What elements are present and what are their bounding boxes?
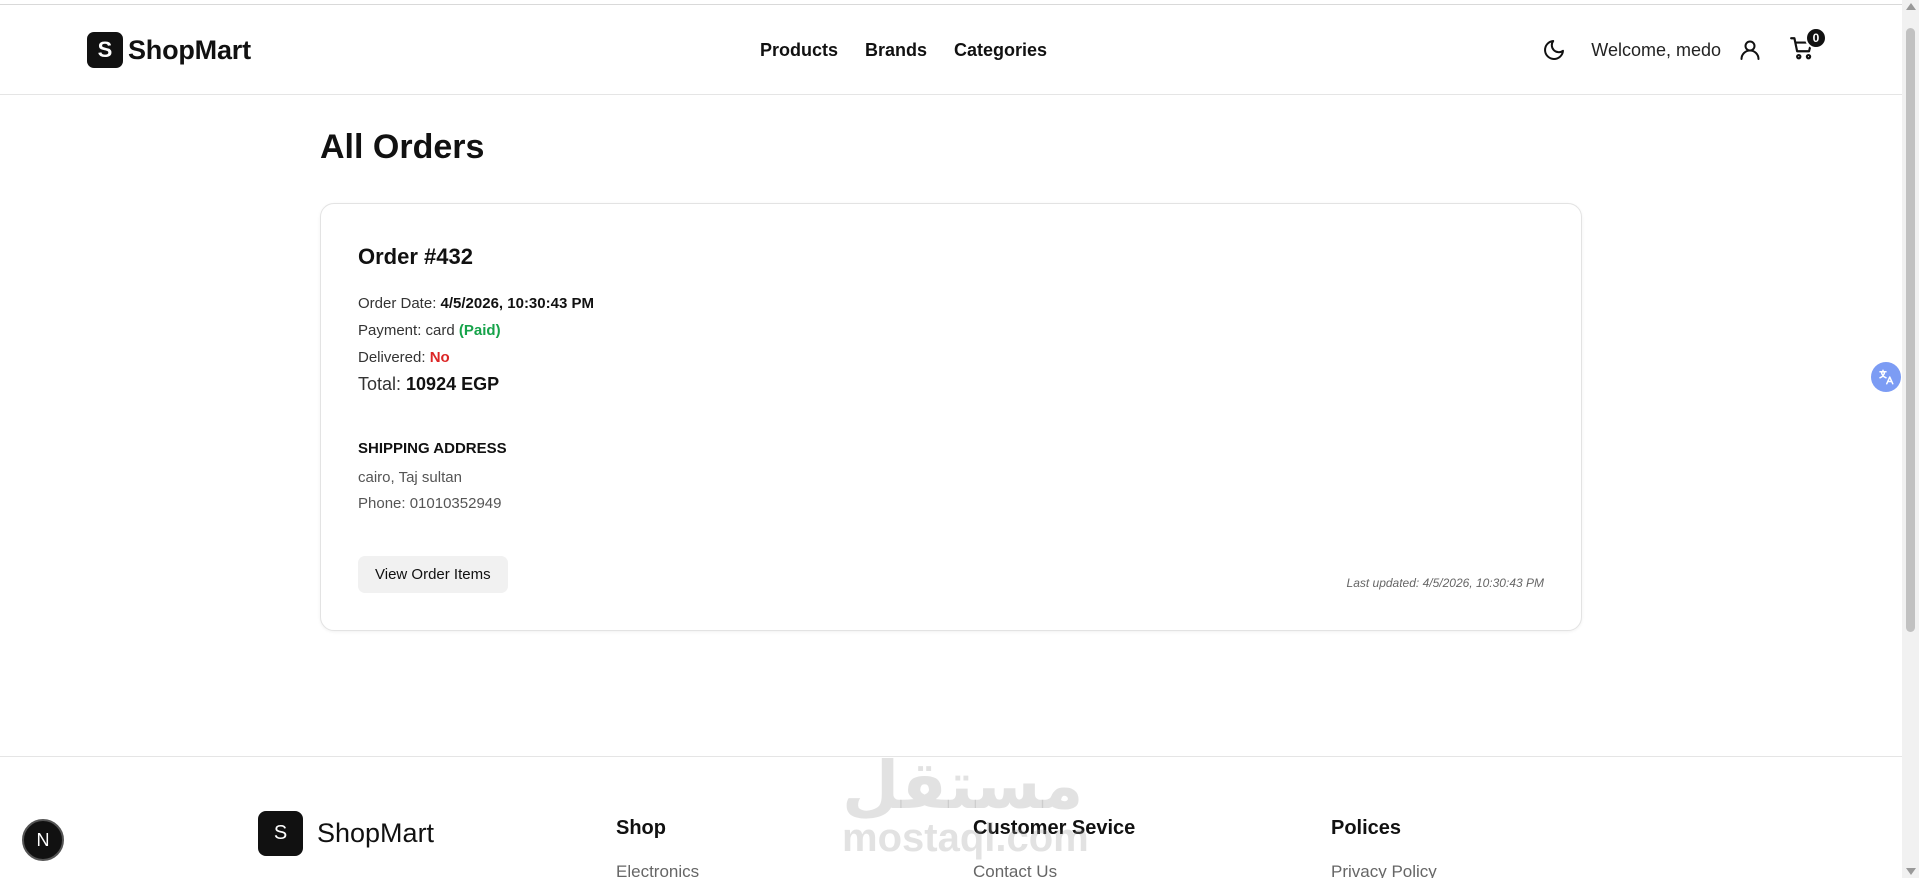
footer-col-policies: Polices Privacy Policy: [1331, 817, 1437, 878]
cart-count-badge: 0: [1805, 27, 1827, 49]
scroll-down-arrow[interactable]: [1906, 868, 1916, 875]
order-date-value: 4/5/2026, 10:30:43 PM: [440, 295, 594, 312]
order-date-label: Order Date:: [358, 295, 441, 312]
site-header: S ShopMart Products Brands Categories We…: [0, 5, 1902, 95]
nav-products[interactable]: Products: [760, 40, 838, 61]
user-icon[interactable]: [1735, 35, 1765, 65]
last-updated: Last updated: 4/5/2026, 10:30:43 PM: [1346, 576, 1544, 590]
shipping-address-heading: SHIPPING ADDRESS: [358, 440, 507, 457]
footer-col-shop: Shop Electronics: [616, 817, 699, 878]
payment-row: Payment: card (Paid): [358, 322, 501, 339]
order-card: Order #432 Order Date: 4/5/2026, 10:30:4…: [320, 203, 1582, 631]
footer-brand[interactable]: S ShopMart: [258, 811, 434, 856]
delivered-value: No: [429, 349, 450, 366]
total-label: Total:: [358, 374, 407, 394]
delivered-label: Delivered:: [358, 349, 430, 366]
shipping-address: cairo, Taj sultan: [358, 469, 462, 486]
page-title: All Orders: [320, 128, 485, 166]
scroll-thumb[interactable]: [1906, 28, 1915, 632]
total-row: Total: 10924 EGP: [358, 374, 499, 395]
watermark-arabic: مستقل: [842, 748, 1084, 822]
next-dev-badge[interactable]: N: [22, 819, 64, 861]
order-date-row: Order Date: 4/5/2026, 10:30:43 PM: [358, 295, 594, 312]
footer-link-privacy-policy[interactable]: Privacy Policy: [1331, 862, 1437, 878]
main-nav: Products Brands Categories: [760, 40, 1047, 61]
watermark: مستقل mostaql.com: [842, 748, 1089, 870]
scroll-up-arrow[interactable]: [1906, 3, 1916, 10]
shipping-phone: Phone: 01010352949: [358, 495, 502, 512]
footer-brand-name: ShopMart: [317, 818, 435, 848]
brand-name: ShopMart: [128, 34, 251, 65]
footer-col-heading: Polices: [1331, 817, 1402, 839]
brand-logo[interactable]: S ShopMart: [87, 32, 251, 68]
brand-mark: S: [87, 32, 123, 68]
page-scrollbar[interactable]: [1902, 0, 1919, 878]
total-value: 10924 EGP: [406, 374, 500, 394]
payment-label: Payment: card: [358, 322, 459, 339]
header-actions: Welcome, medo 0: [1539, 27, 1827, 65]
nav-brands[interactable]: Brands: [865, 40, 927, 61]
cart-button[interactable]: 0: [1787, 27, 1827, 65]
welcome-text: Welcome, medo: [1591, 39, 1721, 60]
delivered-row: Delivered: No: [358, 349, 450, 366]
nav-categories[interactable]: Categories: [954, 40, 1047, 61]
footer-link-electronics[interactable]: Electronics: [616, 862, 699, 878]
watermark-english: mostaql.com: [842, 816, 1089, 860]
moon-icon[interactable]: [1539, 35, 1569, 65]
view-order-items-button[interactable]: View Order Items: [358, 556, 508, 593]
footer-col-heading: Shop: [616, 817, 666, 839]
order-title: Order #432: [358, 244, 473, 269]
payment-status: (Paid): [458, 322, 501, 339]
translate-icon[interactable]: [1871, 362, 1901, 392]
footer-brand-mark: S: [258, 811, 303, 856]
